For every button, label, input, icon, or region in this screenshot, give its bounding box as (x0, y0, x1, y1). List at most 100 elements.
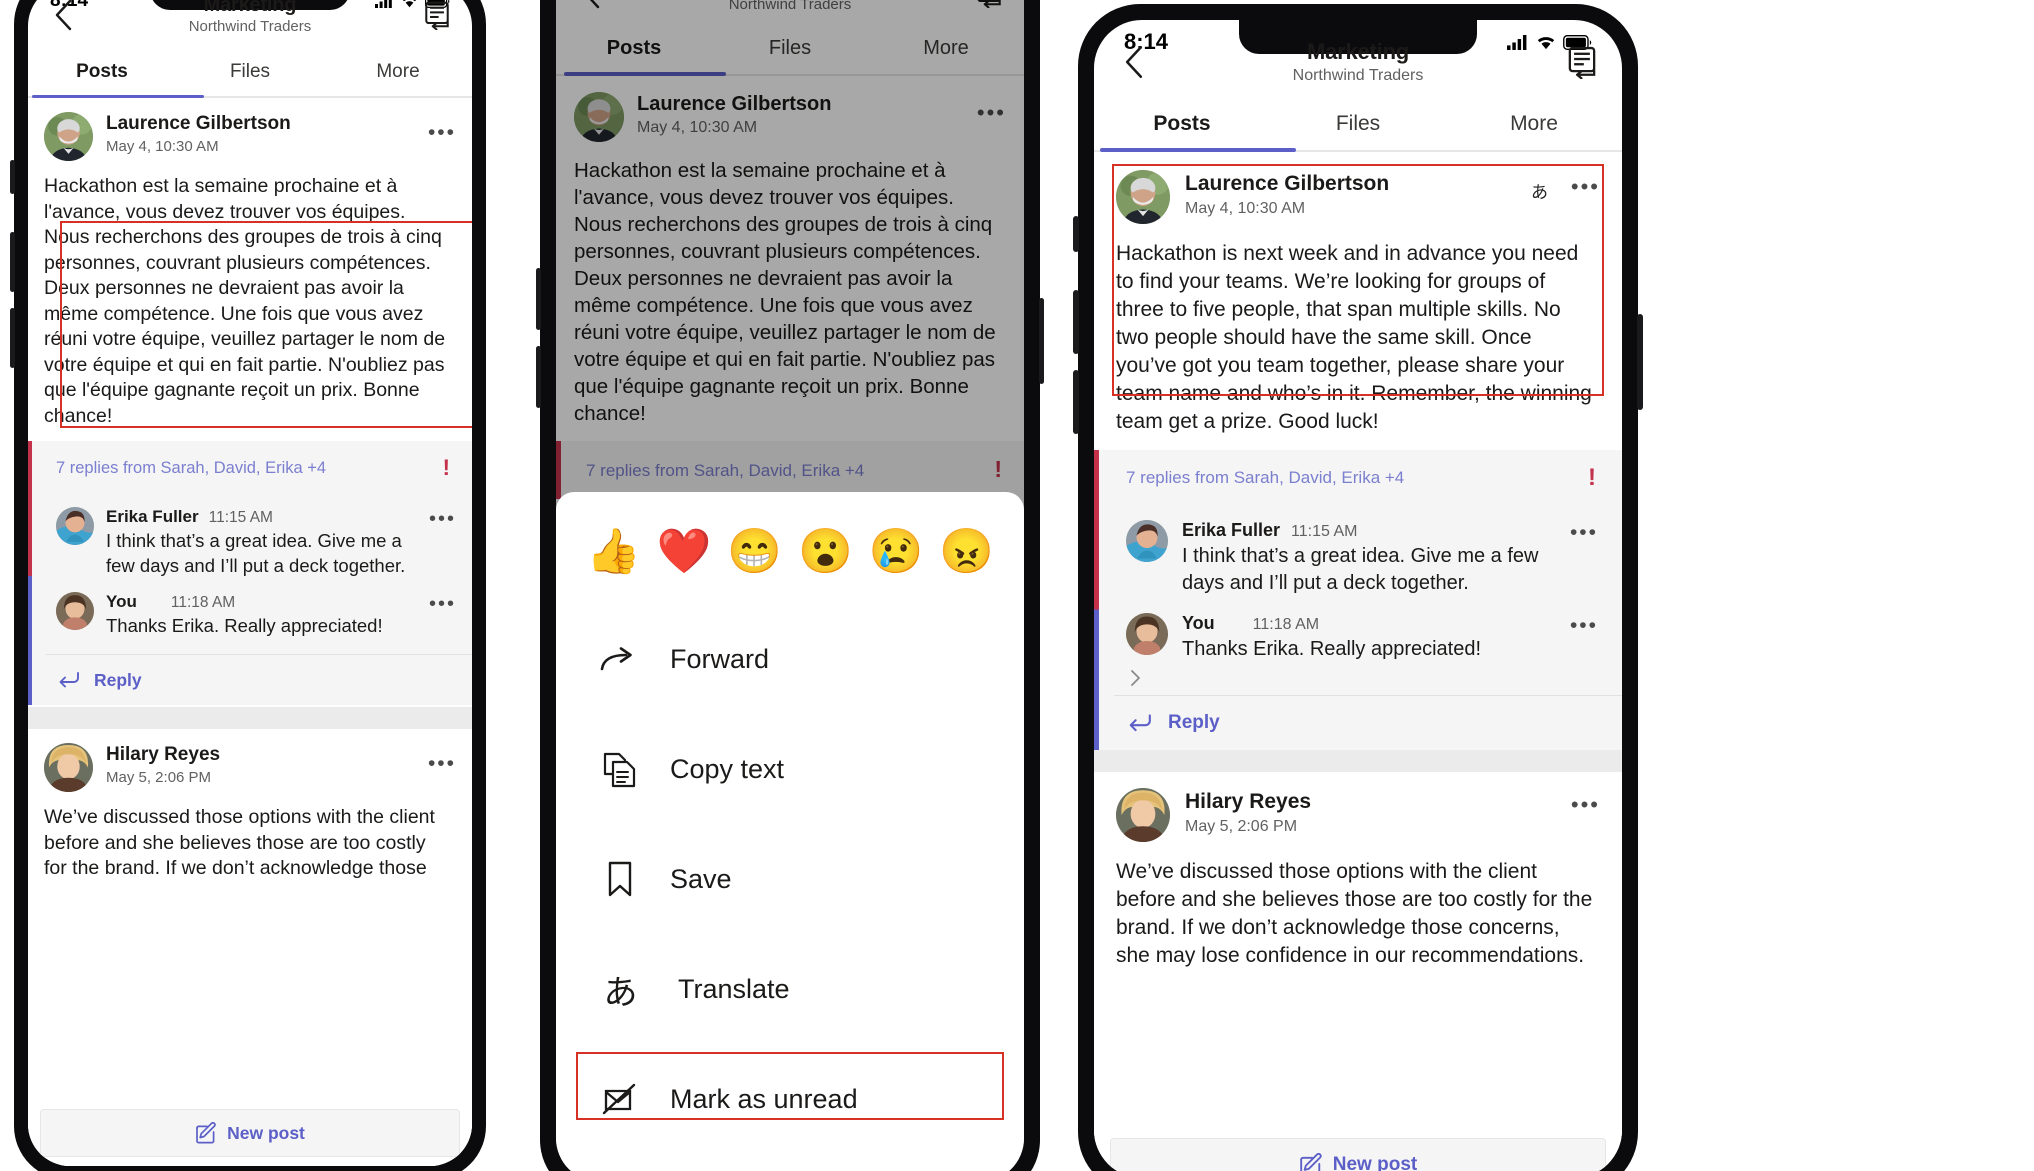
reply-expand-chevron-icon[interactable] (1126, 669, 1598, 691)
reply-content: Erika Fuller 11:15 AM I think that’s a g… (1182, 520, 1598, 597)
phone-left: 8:14 Marketing Northwind Traders Posts F… (10, 0, 486, 1171)
reply-item[interactable]: You 11:18 AM Thanks Erika. Really apprec… (1126, 613, 1598, 669)
reply-body-text: Thanks Erika. Really appreciated! (1182, 638, 1482, 660)
reply-action-label: Reply (94, 669, 142, 690)
heart-reaction[interactable]: ❤️ (649, 530, 720, 574)
post-body-text: We’ve discussed those options with the c… (44, 806, 435, 879)
compose-bar-right: New post (1094, 1132, 1622, 1171)
post-more-options-icon[interactable]: ••• (428, 753, 456, 774)
menu-item-forward[interactable]: Forward (556, 604, 1024, 714)
mark-unread-icon (590, 1082, 650, 1116)
reply-more-options-icon[interactable]: ••• (1570, 615, 1598, 636)
replies-summary-row[interactable]: 7 replies from Sarah, David, Erika +4 ! (1094, 450, 1622, 508)
menu-item-mark-as-unread[interactable]: Mark as unread (556, 1044, 1024, 1154)
urgent-marker-icon: ! (442, 455, 450, 480)
translate-icon: あ (590, 965, 650, 1014)
three-phone-comparison: 8:14 Marketing Northwind Traders Posts F… (0, 0, 2034, 1171)
reply-more-options-icon[interactable]: ••• (1570, 522, 1598, 543)
surprised-reaction[interactable]: 😮 (790, 530, 861, 574)
reply-action-button[interactable]: Reply (56, 655, 456, 705)
urgent-accent-bar (1094, 450, 1099, 508)
laugh-reaction[interactable]: 😁 (719, 530, 790, 574)
post-hilary[interactable]: Hilary Reyes May 5, 2:06 PM ••• We’ve di… (28, 729, 472, 882)
reply-content: Erika Fuller 11:15 AM I think that’s a g… (106, 507, 456, 578)
avatar (56, 507, 94, 545)
post-timestamp: May 5, 2:06 PM (106, 769, 212, 786)
post-header: Hilary Reyes May 5, 2:06 PM ••• (44, 743, 456, 792)
post-separator (1094, 750, 1622, 772)
reply-timestamp: 11:15 AM (208, 509, 273, 526)
menu-item-save[interactable]: Save (556, 824, 1024, 934)
reply-more-options-icon[interactable]: ••• (429, 594, 456, 614)
thumbs-up-reaction[interactable]: 👍 (578, 530, 649, 574)
channel-notifications-icon[interactable] (420, 0, 454, 36)
menu-item-label: Mark as unread (670, 1083, 858, 1114)
reply-arrow-icon (59, 672, 79, 688)
replies-summary-label: 7 replies from Sarah, David, Erika +4 (56, 459, 327, 477)
reply-author-name: You (1182, 613, 1215, 633)
reply-action-label: Reply (1168, 712, 1220, 733)
channel-notifications-icon[interactable] (1564, 39, 1600, 85)
post-author-block: Hilary Reyes May 5, 2:06 PM (106, 743, 220, 788)
post-separator (28, 707, 472, 729)
post-hilary[interactable]: Hilary Reyes May 5, 2:06 PM ••• We’ve di… (1094, 772, 1622, 970)
angry-reaction[interactable]: 😠 (931, 530, 1002, 574)
reply-arrow-icon (1129, 714, 1151, 732)
reply-meta: Erika Fuller 11:15 AM (106, 507, 456, 527)
menu-item-label: Forward (670, 643, 770, 674)
avatar (1116, 170, 1170, 224)
reply-body-text: Thanks Erika. Really appreciated! (106, 615, 383, 636)
post-more-options-icon[interactable]: ••• (1571, 176, 1600, 198)
tab-posts[interactable]: Posts (1094, 112, 1270, 136)
post-body-text: Hackathon est la semaine prochaine et à … (44, 175, 446, 427)
phone-right: 8:14 Marketing Northwind Traders Posts F… (1073, 4, 1643, 1171)
sad-reaction[interactable]: 😢 (861, 530, 932, 574)
tab-files[interactable]: Files (176, 61, 324, 83)
tab-files[interactable]: Files (1270, 112, 1446, 136)
post-laurence[interactable]: Laurence Gilbertson May 4, 10:30 AM あ ••… (1094, 152, 1622, 450)
page-title: Marketing (1306, 38, 1410, 64)
post-header: Hilary Reyes May 5, 2:06 PM ••• (1116, 788, 1600, 842)
post-header: Laurence Gilbertson May 4, 10:30 AM あ ••… (1116, 170, 1600, 224)
reply-author-name: Erika Fuller (1182, 520, 1281, 540)
compose-bar-left: New post (28, 1102, 472, 1166)
reply-meta: You 11:18 AM (1182, 613, 1598, 634)
post-laurence[interactable]: Laurence Gilbertson May 4, 10:30 AM ••• … (28, 98, 472, 441)
replies-accent-bar (1094, 508, 1099, 750)
reply-item[interactable]: You 11:18 AM Thanks Erika. Really apprec… (56, 592, 456, 654)
avatar (1126, 613, 1168, 655)
post-more-options-icon[interactable]: ••• (428, 122, 456, 143)
replies-summary-row[interactable]: 7 replies from Sarah, David, Erika +4 ! (28, 441, 472, 497)
new-post-label: New post (227, 1122, 305, 1143)
post-body-text: We’ve discussed those options with the c… (1116, 860, 1593, 967)
phone-right-button-power (1637, 314, 1643, 410)
reply-content: You 11:18 AM Thanks Erika. Really apprec… (106, 592, 456, 638)
translate-indicator-icon[interactable]: あ (1531, 178, 1548, 203)
reply-more-options-icon[interactable]: ••• (429, 509, 456, 529)
back-chevron-icon[interactable] (46, 0, 80, 36)
new-post-button[interactable]: New post (1110, 1138, 1606, 1171)
phone-middle-button-power (1039, 298, 1044, 384)
tab-more[interactable]: More (1446, 112, 1622, 136)
tab-posts[interactable]: Posts (28, 61, 176, 83)
back-chevron-icon[interactable] (1116, 39, 1152, 85)
post-more-options-icon[interactable]: ••• (1571, 794, 1600, 816)
post-author-block: Laurence Gilbertson May 4, 10:30 AM (106, 112, 291, 157)
reply-body-text: I think that’s a great idea. Give me a f… (106, 530, 406, 576)
reply-meta: You 11:18 AM (106, 592, 456, 612)
avatar (56, 592, 94, 630)
compose-icon (196, 1122, 216, 1144)
menu-item-translate[interactable]: あ Translate (556, 934, 1024, 1044)
tab-more[interactable]: More (324, 61, 472, 83)
reply-item[interactable]: Erika Fuller 11:15 AM I think that’s a g… (1126, 520, 1598, 613)
app-header-left: Marketing Northwind Traders (28, 0, 472, 46)
reply-action-button[interactable]: Reply (1126, 696, 1598, 750)
reply-item[interactable]: Erika Fuller 11:15 AM I think that’s a g… (56, 507, 456, 592)
replies-list: Erika Fuller 11:15 AM I think that’s a g… (1094, 508, 1622, 750)
new-post-button[interactable]: New post (40, 1109, 460, 1157)
channel-tabs-left: Posts Files More (28, 46, 472, 98)
menu-item-copy-text[interactable]: Copy text (556, 714, 1024, 824)
phone-right-button-volume-up (1073, 290, 1079, 354)
bookmark-icon (590, 860, 650, 898)
replies-accent-bar (28, 497, 32, 705)
